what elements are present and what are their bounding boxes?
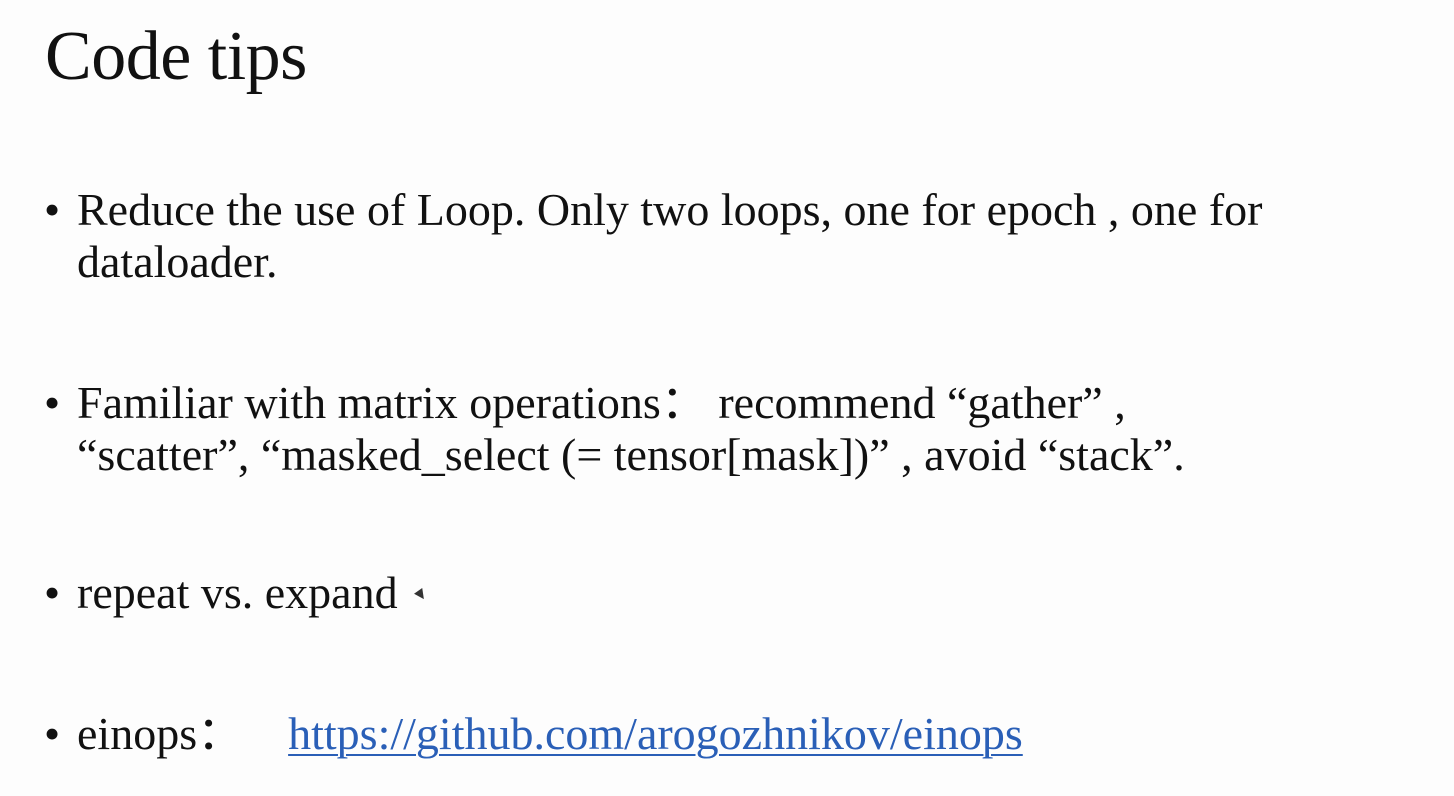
bullet-text-line: repeat vs. expand — [77, 567, 398, 618]
slide: Code tips • Reduce the use of Loop. Only… — [0, 0, 1454, 796]
einops-github-link[interactable]: https://github.com/arogozhnikov/einops — [288, 708, 1023, 759]
bullet-text-line: Familiar with matrix operations： recomme… — [77, 377, 1126, 428]
bullet-dot: • — [44, 708, 61, 759]
bullet-item: • Reduce the use of Loop. Only two loops… — [44, 184, 1444, 288]
bullet-text-line: dataloader. — [77, 236, 278, 287]
bullet-item: • einops： https://github.com/arogozhnikov… — [44, 708, 1444, 760]
bullet-text-line: Reduce the use of Loop. Only two loops, … — [77, 184, 1263, 235]
bullet-dot: • — [44, 184, 61, 235]
bullet-dot: • — [44, 377, 61, 428]
einops-label: einops： — [77, 708, 244, 759]
bullet-text-line: “scatter”, “masked_select (= tensor[mask… — [77, 429, 1185, 480]
bullet-dot: • — [44, 567, 61, 618]
bullet-item: • Familiar with matrix operations： recom… — [44, 377, 1444, 481]
bullet-text-line: einops： https://github.com/arogozhnikov/e… — [77, 708, 1444, 760]
bullet-item: • repeat vs. expand — [44, 567, 1444, 619]
slide-title: Code tips — [45, 18, 307, 95]
